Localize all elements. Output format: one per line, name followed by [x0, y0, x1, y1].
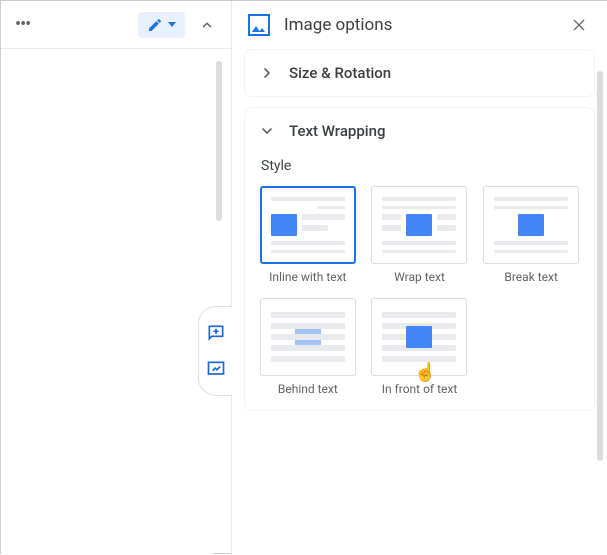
wrap-option-label: Break text — [504, 270, 558, 284]
wrap-option-inline[interactable]: Inline with text — [259, 186, 357, 284]
wrap-tile-inline — [260, 186, 356, 264]
panel-header: Image options — [232, 1, 607, 49]
wrap-tile-behind — [260, 298, 356, 376]
chevron-down-icon — [259, 123, 275, 139]
blue-square-icon — [271, 214, 297, 236]
suggest-edits-icon[interactable] — [206, 359, 226, 379]
add-comment-icon[interactable] — [206, 323, 226, 343]
wrap-option-label: Behind text — [278, 382, 338, 396]
wrap-option-behind[interactable]: Behind text — [259, 298, 357, 396]
close-icon — [571, 17, 587, 33]
wrap-option-label: Wrap text — [394, 270, 445, 284]
floating-tool-pill — [198, 306, 232, 396]
wrap-tile-wrap — [371, 186, 467, 264]
image-options-panel: Image options Size & Rotation Text Wrapp… — [231, 1, 607, 555]
document-scrollbar[interactable] — [216, 61, 222, 221]
section-title: Text Wrapping — [289, 122, 385, 140]
more-horizontal-icon[interactable]: ••• — [15, 14, 30, 35]
wrap-option-infront[interactable]: In front of text — [371, 298, 469, 396]
style-subheading: Style — [261, 158, 580, 174]
panel-scrollbar[interactable] — [597, 71, 603, 461]
chevron-right-icon — [259, 65, 275, 81]
section-text-wrapping-header[interactable]: Text Wrapping — [259, 122, 580, 140]
blue-square-icon — [406, 214, 432, 236]
image-icon — [248, 14, 270, 36]
chevron-up-icon — [200, 18, 214, 32]
blue-square-icon — [518, 214, 544, 236]
collapse-toolbar-button[interactable] — [193, 11, 221, 39]
section-title: Size & Rotation — [289, 64, 391, 82]
pencil-icon — [147, 17, 163, 33]
editing-mode-button[interactable] — [138, 12, 185, 38]
wrap-option-label: In front of text — [382, 382, 458, 396]
wrap-option-label: Inline with text — [269, 270, 346, 284]
panel-title: Image options — [284, 15, 392, 35]
wrap-tile-infront — [371, 298, 467, 376]
chevron-down-icon — [168, 22, 176, 27]
toolbar-fragment: ••• — [1, 1, 231, 49]
section-text-wrapping: Text Wrapping Style — [244, 107, 595, 411]
close-panel-button[interactable] — [567, 13, 591, 37]
document-area[interactable] — [1, 49, 213, 555]
section-size-rotation[interactable]: Size & Rotation — [244, 49, 595, 97]
wrap-option-break[interactable]: Break text — [482, 186, 580, 284]
wrap-style-grid: Inline with text — [259, 186, 580, 396]
wrap-option-wrap[interactable]: Wrap text — [371, 186, 469, 284]
blue-square-icon — [406, 326, 432, 348]
wrap-tile-break — [483, 186, 579, 264]
